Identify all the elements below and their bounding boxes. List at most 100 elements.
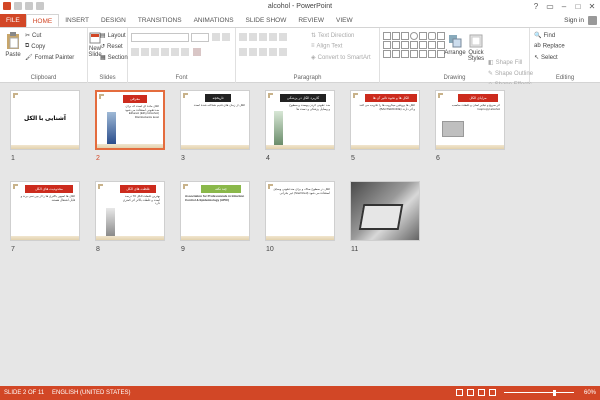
line-spacing-icon[interactable]: [279, 33, 287, 41]
shapes-gallery[interactable]: [383, 32, 445, 68]
zoom-slider-knob[interactable]: [553, 390, 556, 396]
slide-thumbnail-5[interactable]: الکل ها و نحوه تاثیر آن ها الکل ها پروتئ…: [350, 90, 420, 150]
format-painter-button[interactable]: 🖌 Format Painter: [25, 54, 74, 61]
slide-thumbnail-9[interactable]: چند نکته Association for Professionals i…: [180, 181, 250, 241]
rounded-rect-shape-icon[interactable]: [428, 32, 436, 40]
tab-home[interactable]: HOME: [25, 14, 60, 27]
cut-button[interactable]: ✂ Cut: [25, 32, 41, 39]
font-color-icon[interactable]: [193, 48, 201, 56]
underline-icon[interactable]: [151, 48, 159, 56]
reset-button[interactable]: ↺ Reset: [100, 43, 123, 50]
slide-thumbnail-11[interactable]: [350, 181, 420, 241]
account-avatar-icon[interactable]: [588, 16, 597, 25]
heart-shape-icon[interactable]: [401, 50, 409, 58]
bottles-image: [106, 208, 115, 236]
font-name-combo[interactable]: [131, 33, 189, 42]
shape-outline-button[interactable]: ✎ Shape Outline: [488, 70, 533, 77]
slide-thumbnail-2[interactable]: معرفی الکل ماده ای است که برای ضدعفونی ا…: [95, 90, 165, 150]
tab-design[interactable]: DESIGN: [95, 14, 132, 27]
star-shape-icon[interactable]: [410, 41, 418, 49]
bold-icon[interactable]: [131, 48, 139, 56]
slide-thumbnail-1[interactable]: آشنایی با الکل: [10, 90, 80, 150]
columns-icon[interactable]: [279, 48, 287, 56]
slide-thumbnail-6[interactable]: مزایای الکل اثر سریع و تبخیر آسان و غلظت…: [435, 90, 505, 150]
arrow-shape-icon[interactable]: [392, 32, 400, 40]
hexagon-shape-icon[interactable]: [392, 50, 400, 58]
copy-button[interactable]: ⧉ Copy: [25, 43, 45, 50]
cloud-shape-icon[interactable]: [410, 50, 418, 58]
find-button[interactable]: 🔍 Find: [534, 32, 555, 39]
ribbon-display-icon[interactable]: ▭: [544, 1, 556, 12]
arrange-button[interactable]: Arrange: [444, 34, 466, 56]
font-size-combo[interactable]: [191, 33, 209, 42]
tab-view[interactable]: VIEW: [330, 14, 359, 27]
increase-indent-icon[interactable]: [269, 33, 277, 41]
shrink-font-icon[interactable]: [222, 33, 230, 41]
numbering-icon[interactable]: [249, 33, 257, 41]
slide-thumbnail-7[interactable]: محدودیت های الکل الکل ها اسپور باکتری ها…: [10, 181, 80, 241]
zoom-slider[interactable]: [504, 392, 574, 393]
quick-styles-button[interactable]: Quick Styles: [465, 34, 487, 62]
banner-shape-icon[interactable]: [428, 50, 436, 58]
convert-smartart-button[interactable]: ◈ Convert to SmartArt: [311, 54, 371, 61]
slide-thumbnail-10[interactable]: الکل در سطوح صاف و برای ضدعفونی وسایل غی…: [265, 181, 335, 241]
char-spacing-icon[interactable]: [171, 48, 179, 56]
justify-icon[interactable]: [269, 48, 277, 56]
oval-shape-icon[interactable]: [410, 32, 418, 40]
rectangle-shape-icon[interactable]: [401, 32, 409, 40]
align-left-icon[interactable]: [239, 48, 247, 56]
callout-shape-icon[interactable]: [428, 41, 436, 49]
tab-slide-show[interactable]: SLIDE SHOW: [240, 14, 293, 27]
replace-icon: ab: [534, 43, 541, 49]
reading-view-icon[interactable]: [478, 389, 485, 396]
tab-insert[interactable]: INSERT: [59, 14, 95, 27]
shape-fill-button[interactable]: ◧ Shape Fill: [488, 59, 522, 66]
elbow-shape-icon[interactable]: [392, 41, 400, 49]
align-text-button[interactable]: ≡ Align Text: [311, 43, 342, 50]
triangle-shape-icon[interactable]: [419, 32, 427, 40]
slide-thumbnail-4[interactable]: کاربرد الکل در پزشکی ضد عفونی کردن پوست …: [265, 90, 335, 150]
reset-icon: ↺: [100, 44, 106, 50]
tab-file[interactable]: FILE: [0, 14, 26, 27]
text-direction-icon: ⇅: [311, 33, 317, 39]
zoom-level[interactable]: 60%: [584, 390, 596, 396]
select-button[interactable]: ↖ Select: [534, 54, 558, 61]
strikethrough-icon[interactable]: [161, 48, 169, 56]
decrease-indent-icon[interactable]: [259, 33, 267, 41]
slideshow-view-icon[interactable]: [489, 389, 496, 396]
help-icon[interactable]: ?: [530, 1, 542, 12]
block-arrow-shape-icon[interactable]: [401, 41, 409, 49]
editing-group: 🔍 Find ab Replace ↖ Select Editing: [530, 28, 600, 83]
minimize-icon[interactable]: –: [558, 1, 570, 12]
normal-view-icon[interactable]: [456, 389, 463, 396]
sign-in-link[interactable]: Sign in: [564, 17, 584, 24]
section-button[interactable]: ▦ Section: [100, 54, 128, 61]
tab-transitions[interactable]: TRANSITIONS: [132, 14, 188, 27]
tab-animations[interactable]: ANIMATIONS: [188, 14, 240, 27]
layout-button[interactable]: ▤ Layout: [100, 32, 126, 39]
grow-font-icon[interactable]: [212, 33, 220, 41]
arrange-icon: [449, 35, 462, 48]
slide-sorter-view-icon[interactable]: [467, 389, 474, 396]
close-icon[interactable]: ✕: [586, 1, 598, 12]
align-right-icon[interactable]: [259, 48, 267, 56]
maximize-icon[interactable]: □: [572, 1, 584, 12]
flowchart-shape-icon[interactable]: [419, 50, 427, 58]
curve-shape-icon[interactable]: [383, 41, 391, 49]
pentagon-shape-icon[interactable]: [383, 50, 391, 58]
brace-shape-icon[interactable]: [419, 41, 427, 49]
slide-thumbnail-3[interactable]: تاریخچه الکل از زمان های قدیم شناخته شده…: [180, 90, 250, 150]
bullets-icon[interactable]: [239, 33, 247, 41]
tab-review[interactable]: REVIEW: [292, 14, 330, 27]
language-indicator[interactable]: ENGLISH (UNITED STATES): [52, 390, 130, 396]
align-center-icon[interactable]: [249, 48, 257, 56]
text-direction-button[interactable]: ⇅ Text Direction: [311, 32, 354, 39]
replace-button[interactable]: ab Replace: [534, 43, 565, 50]
italic-icon[interactable]: [141, 48, 149, 56]
change-case-icon[interactable]: [181, 48, 189, 56]
line-shape-icon[interactable]: [383, 32, 391, 40]
slide-header: الکل ها و نحوه تاثیر آن ها: [365, 94, 417, 102]
slide-header: تاریخچه: [205, 94, 231, 102]
paste-button[interactable]: Paste: [3, 32, 23, 58]
slide-thumbnail-8[interactable]: غلظت های الکل بهترین غلظت الکل 70 درصد ا…: [95, 181, 165, 241]
